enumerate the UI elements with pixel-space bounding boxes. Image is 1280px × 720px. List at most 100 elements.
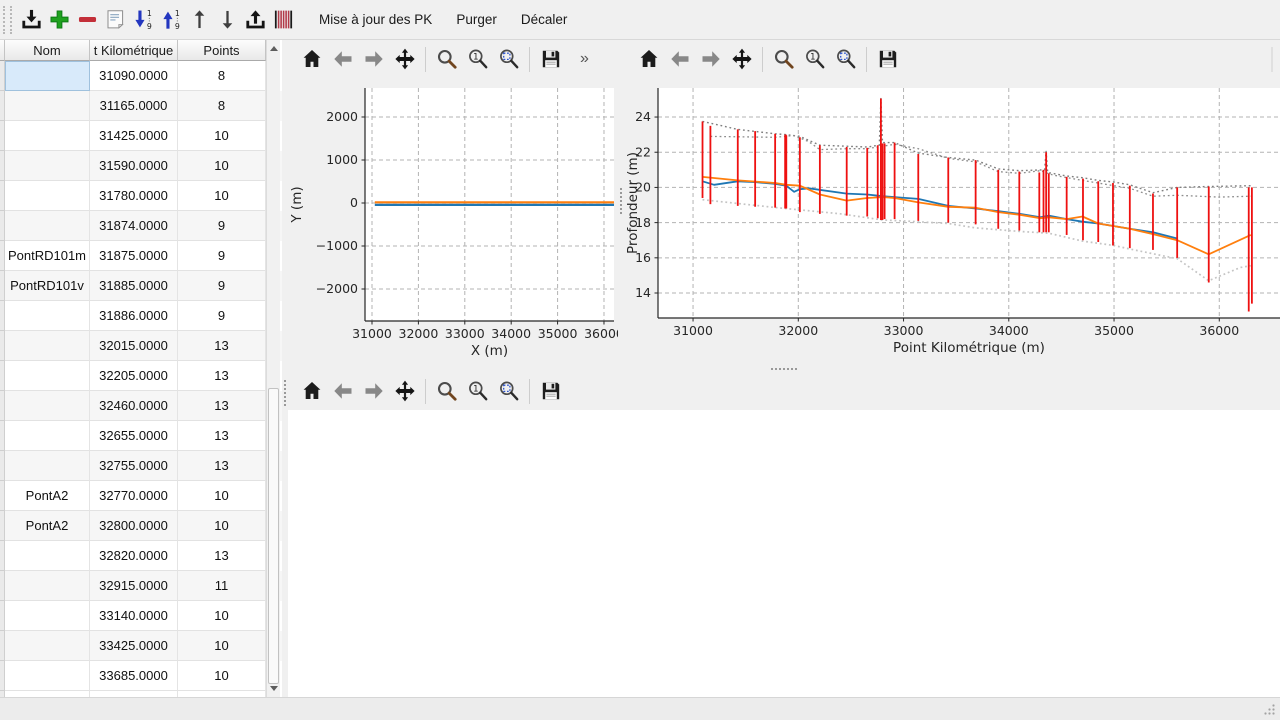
cell-points[interactable]: 9 (178, 301, 266, 331)
cell-points[interactable]: 10 (178, 121, 266, 151)
scroll-down-button[interactable] (267, 681, 280, 696)
cell-nom[interactable] (5, 541, 90, 571)
cell-pk[interactable]: 32755.0000 (90, 451, 178, 481)
home-button[interactable] (296, 376, 327, 406)
cell-points[interactable]: 13 (178, 331, 266, 361)
forward-button[interactable] (358, 376, 389, 406)
column-header-pk[interactable]: t Kilométrique (90, 40, 178, 61)
save-button[interactable] (535, 376, 566, 406)
cell-pk[interactable]: 31090.0000 (90, 61, 178, 91)
cell-pk[interactable]: 32460.0000 (90, 391, 178, 421)
pan-button[interactable] (726, 44, 757, 74)
cell-pk[interactable]: 33140.0000 (90, 601, 178, 631)
cell-points[interactable]: 8 (178, 91, 266, 121)
export-button[interactable] (241, 4, 269, 36)
cell-nom[interactable]: PontA2 (5, 481, 90, 511)
toolbar-overflow-button[interactable]: » (580, 51, 589, 67)
cell-pk[interactable]: 31875.0000 (90, 241, 178, 271)
cell-points[interactable]: 10 (178, 151, 266, 181)
sort-ascending-button[interactable]: 19 (157, 4, 185, 36)
cell-nom[interactable] (5, 151, 90, 181)
cell-nom[interactable] (5, 421, 90, 451)
save-button[interactable] (872, 44, 903, 74)
forward-button[interactable] (695, 44, 726, 74)
zoom-rect-button[interactable] (493, 376, 524, 406)
cell-pk[interactable]: 31590.0000 (90, 151, 178, 181)
cell-nom[interactable]: PontA2 (5, 511, 90, 541)
table-vertical-scrollbar[interactable] (266, 40, 280, 697)
cell-points[interactable]: 8 (178, 61, 266, 91)
scroll-up-button[interactable] (267, 41, 280, 56)
cell-pk[interactable]: 33425.0000 (90, 631, 178, 661)
profile-plot-canvas[interactable]: 3100032000330003400035000360001416182022… (625, 78, 1280, 366)
cell-points[interactable]: 10 (178, 601, 266, 631)
cell-pk[interactable]: 31425.0000 (90, 121, 178, 151)
home-button[interactable] (296, 44, 327, 74)
cell-nom[interactable] (5, 391, 90, 421)
back-button[interactable] (327, 44, 358, 74)
cell-nom[interactable] (5, 661, 90, 691)
cell-nom[interactable] (5, 631, 90, 661)
save-button[interactable] (535, 44, 566, 74)
zoom-button[interactable] (431, 44, 462, 74)
cell-pk[interactable]: 31165.0000 (90, 91, 178, 121)
cell-nom[interactable] (5, 91, 90, 121)
cell-pk[interactable]: 32770.0000 (90, 481, 178, 511)
column-header-points[interactable]: Points (178, 40, 266, 61)
remove-row-button[interactable] (73, 4, 101, 36)
cell-points[interactable]: 13 (178, 391, 266, 421)
cell-points[interactable]: 10 (178, 481, 266, 511)
profiles-button[interactable] (269, 4, 297, 36)
forward-button[interactable] (358, 44, 389, 74)
sort-descending-button[interactable]: 19 (129, 4, 157, 36)
zoom-one-button[interactable]: 1 (462, 44, 493, 74)
cell-pk[interactable]: 32655.0000 (90, 421, 178, 451)
cell-nom[interactable] (5, 181, 90, 211)
cell-pk[interactable]: 31886.0000 (90, 301, 178, 331)
cell-points[interactable]: 9 (178, 211, 266, 241)
cell-pk[interactable]: 31885.0000 (90, 271, 178, 301)
pan-button[interactable] (389, 44, 420, 74)
move-down-button[interactable] (213, 4, 241, 36)
scrollbar-thumb[interactable] (268, 388, 279, 684)
cell-nom[interactable] (5, 331, 90, 361)
empty-plot-canvas[interactable] (288, 410, 1280, 697)
import-button[interactable] (17, 4, 45, 36)
cell-nom[interactable]: PontRD101m (5, 241, 90, 271)
purge-action[interactable]: Purger (444, 5, 509, 35)
zoom-rect-button[interactable] (493, 44, 524, 74)
toolbar-drag-handle[interactable] (3, 6, 12, 34)
resize-grip-icon[interactable] (1261, 701, 1277, 717)
cell-points[interactable]: 13 (178, 541, 266, 571)
zoom-one-button[interactable]: 1 (799, 44, 830, 74)
column-header-nom[interactable]: Nom (5, 40, 90, 61)
cell-points[interactable]: 10 (178, 661, 266, 691)
zoom-rect-button[interactable] (830, 44, 861, 74)
move-up-button[interactable] (185, 4, 213, 36)
cell-pk[interactable]: 32015.0000 (90, 331, 178, 361)
cell-points[interactable]: 11 (178, 571, 266, 601)
cell-nom[interactable] (5, 451, 90, 481)
cell-pk[interactable]: 31874.0000 (90, 211, 178, 241)
cell-pk[interactable]: 32205.0000 (90, 361, 178, 391)
back-button[interactable] (327, 376, 358, 406)
back-button[interactable] (664, 44, 695, 74)
notes-button[interactable] (101, 4, 129, 36)
cell-points[interactable]: 13 (178, 361, 266, 391)
pan-button[interactable] (389, 376, 420, 406)
cell-pk[interactable]: 32800.0000 (90, 511, 178, 541)
add-row-button[interactable] (45, 4, 73, 36)
cell-nom[interactable] (5, 301, 90, 331)
cell-points[interactable]: 9 (178, 271, 266, 301)
cell-points[interactable]: 10 (178, 511, 266, 541)
cell-nom[interactable] (5, 601, 90, 631)
cell-pk[interactable]: 31780.0000 (90, 181, 178, 211)
cell-nom[interactable] (5, 121, 90, 151)
splitter-xy-profile[interactable] (618, 40, 625, 366)
update-pk-action[interactable]: Mise à jour des PK (307, 5, 444, 35)
cell-nom[interactable]: PontRD101v (5, 271, 90, 301)
shift-action[interactable]: Décaler (509, 5, 580, 35)
zoom-button[interactable] (431, 376, 462, 406)
cell-pk[interactable]: 32820.0000 (90, 541, 178, 571)
cell-nom[interactable] (5, 361, 90, 391)
